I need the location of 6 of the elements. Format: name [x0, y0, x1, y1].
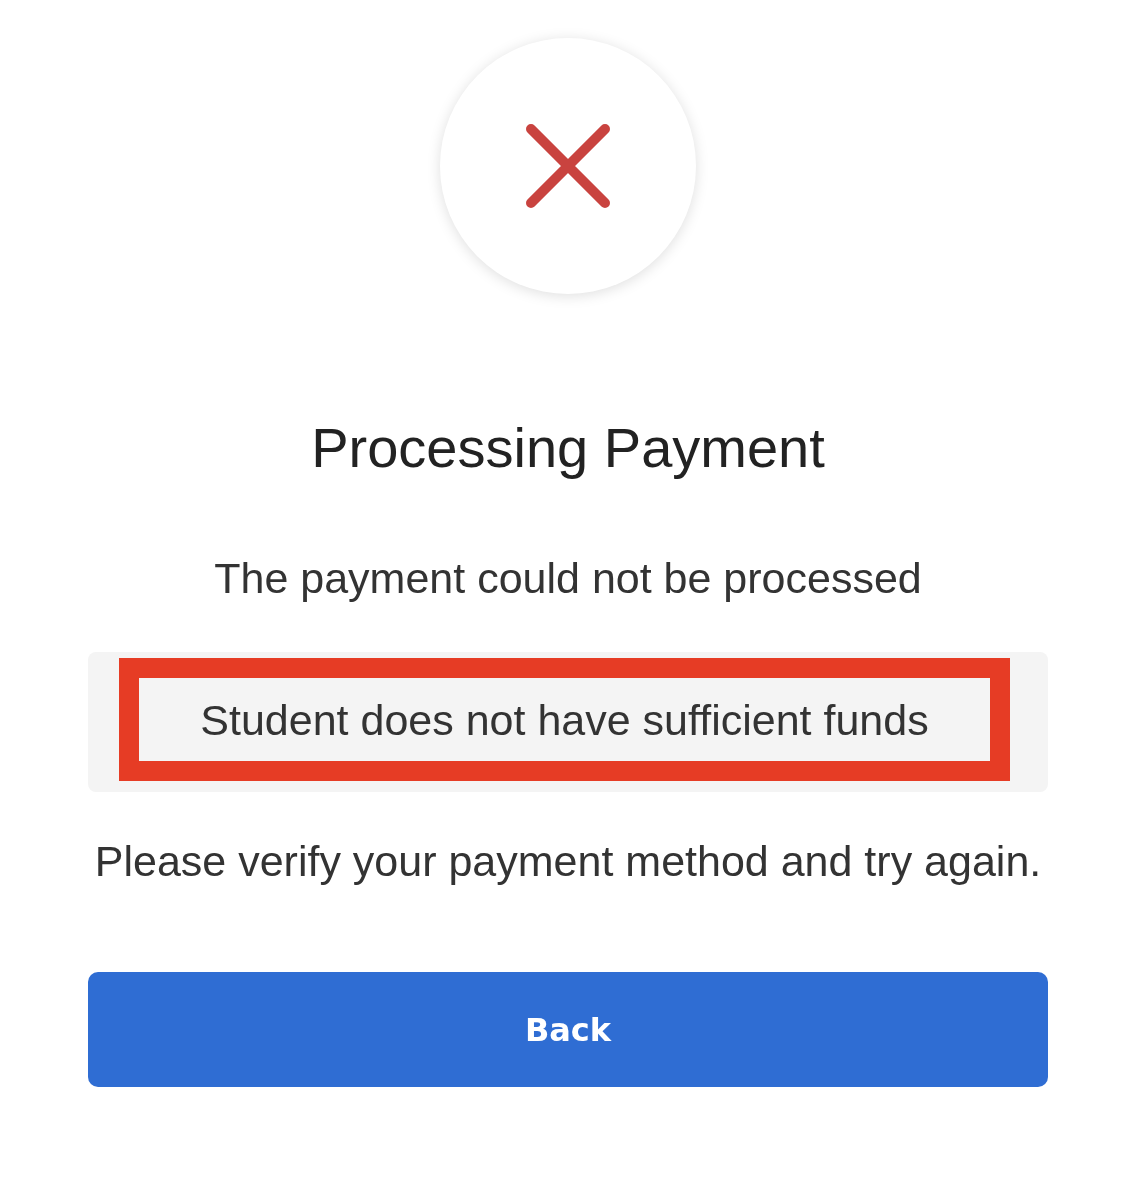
dialog-title: Processing Payment: [311, 415, 825, 481]
error-message: Student does not have sufficient funds: [200, 694, 929, 745]
status-message: The payment could not be processed: [214, 554, 922, 602]
back-button[interactable]: Back: [88, 972, 1048, 1087]
instruction-text: Please verify your payment method and try again.: [94, 837, 1042, 885]
cross-icon: [526, 124, 610, 208]
